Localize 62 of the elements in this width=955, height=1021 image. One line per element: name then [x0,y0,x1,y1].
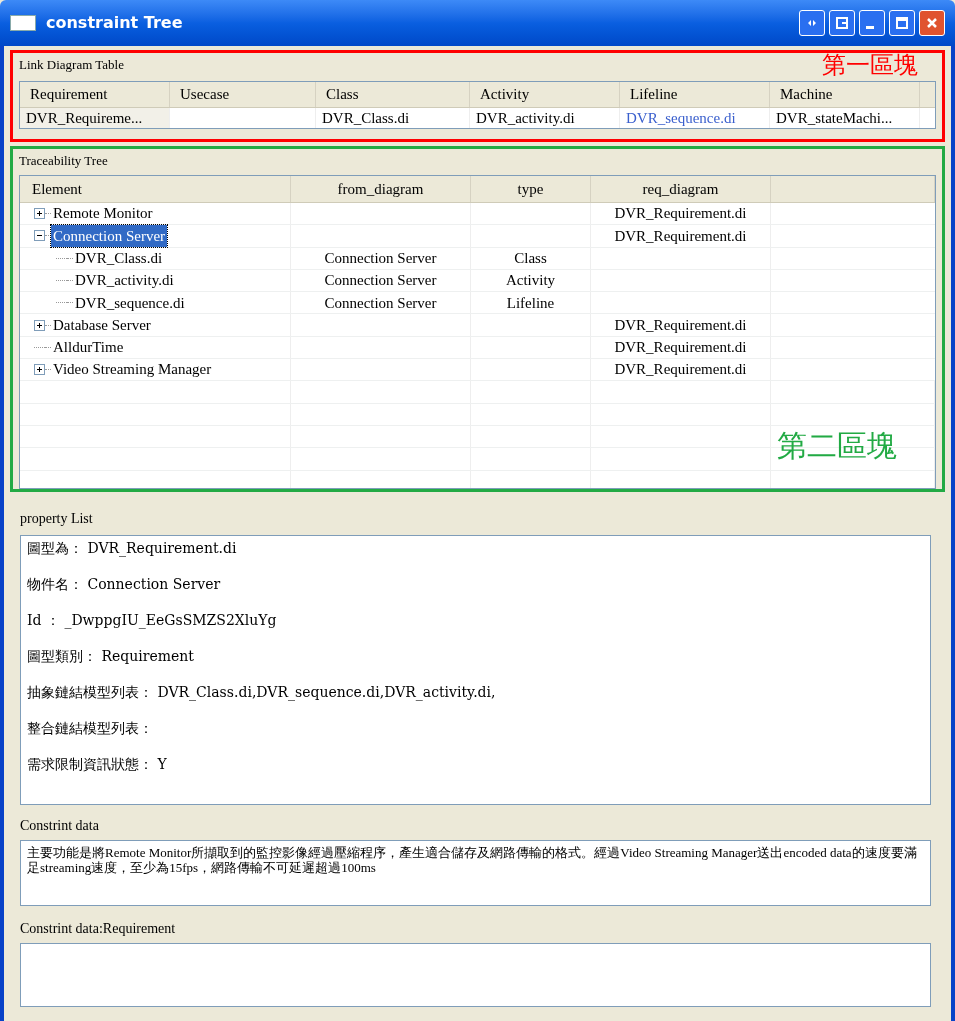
property-line: 抽象鏈結模型列表： DVR_Class.di,DVR_sequence.di,DVR_activity.di, [27,683,496,703]
window-icon [10,15,36,31]
table-cell-text: DVR_Requirement.di [614,315,747,335]
section-label: property List [20,510,93,528]
table-cell-text: DVR_Requirement.di [614,204,747,224]
section-label: Traceability Tree [19,152,108,170]
section-label: Constrint data [20,817,99,835]
table-cell-text: Activity [505,271,556,291]
column-header[interactable]: Machine [770,82,920,107]
table-cell-text: Lifeline [506,293,555,313]
table-cell-text: Connection Server [324,271,437,291]
window-title: constraint Tree [46,12,183,34]
tree-item[interactable]: AlldurTime [51,336,126,359]
property-line: 圖型為： DVR_Requirement.di [27,539,237,559]
property-line: 整合鏈結模型列表： [27,719,153,738]
column-header[interactable]: req_diagram [591,176,771,202]
tree-item[interactable]: Video Streaming Manager [51,358,214,381]
column-header[interactable]: Lifeline [620,82,770,107]
table-cell-text: Connection Server [324,249,437,268]
expand-icon[interactable] [34,319,45,331]
column-header[interactable]: Element [20,176,291,202]
property-line: 圖型類別： Requirement [27,647,194,666]
dock-button[interactable] [829,10,855,36]
column-header[interactable]: type [471,176,591,202]
table-cell: DVR_activity.di [470,108,620,128]
table-cell-text: DVR_Requirement.di [614,338,747,358]
table-cell-text: DVR_Requirement.di [614,226,747,246]
table-cell-text: Class [514,249,547,268]
collapse-icon[interactable] [34,230,45,242]
close-button[interactable] [919,10,945,36]
column-header[interactable]: Usecase [170,82,316,107]
table-cell: DVR_Requireme... [20,108,170,128]
column-header[interactable]: Activity [470,82,620,107]
requirement-text-area[interactable] [20,943,931,1007]
minimize-button[interactable] [859,10,885,36]
tree-item[interactable]: Database Server [51,313,153,337]
tree-item[interactable]: DVR_activity.di [73,269,176,292]
tree-item[interactable]: DVR_Class.di [73,247,165,270]
table-cell: DVR_Class.di [316,108,470,128]
section-label: Constrint data:Requirement [20,920,176,938]
minimize-icon [866,25,874,29]
annotation-label: 第二區塊 [777,431,897,461]
table-cell: DVR_sequence.di [620,108,770,128]
maximize-button[interactable] [889,10,915,36]
column-header[interactable]: Class [316,82,470,107]
section-label: Link Diagram Table [19,56,124,74]
property-line: Id ： _DwppgIU_EeGsSMZS2XluYg [27,611,277,631]
table-cell-text: DVR_Requirement.di [614,360,747,380]
property-line: 需求限制資訊狀態： Y [27,755,167,774]
table-cell: DVR_stateMachi... [770,108,920,128]
tree-item[interactable]: Remote Monitor [51,202,155,225]
tree-item[interactable]: DVR_sequence.di [73,291,187,315]
column-header[interactable]: from_diagram [291,176,471,202]
swap-button[interactable] [799,10,825,36]
column-header[interactable]: Requirement [20,82,170,107]
expand-icon[interactable] [34,364,45,376]
expand-icon[interactable] [34,208,45,220]
annotation-label: 第一區塊 [822,53,918,77]
property-line: 物件名： Connection Server [27,575,221,594]
tree-item[interactable]: Connection Server [51,224,168,248]
table-cell-text: Connection Server [324,293,437,313]
constraint-text-area[interactable]: 主要功能是將Remote Monitor所擷取到的監控影像經過壓縮程序，產生適合儲存及網路傳輸的格式。經過Video Streaming Manager送出encoded data的速度要滿足streaming速度，至少為15fps，網路傳輸不可延遲超過100ms [20,840,931,906]
